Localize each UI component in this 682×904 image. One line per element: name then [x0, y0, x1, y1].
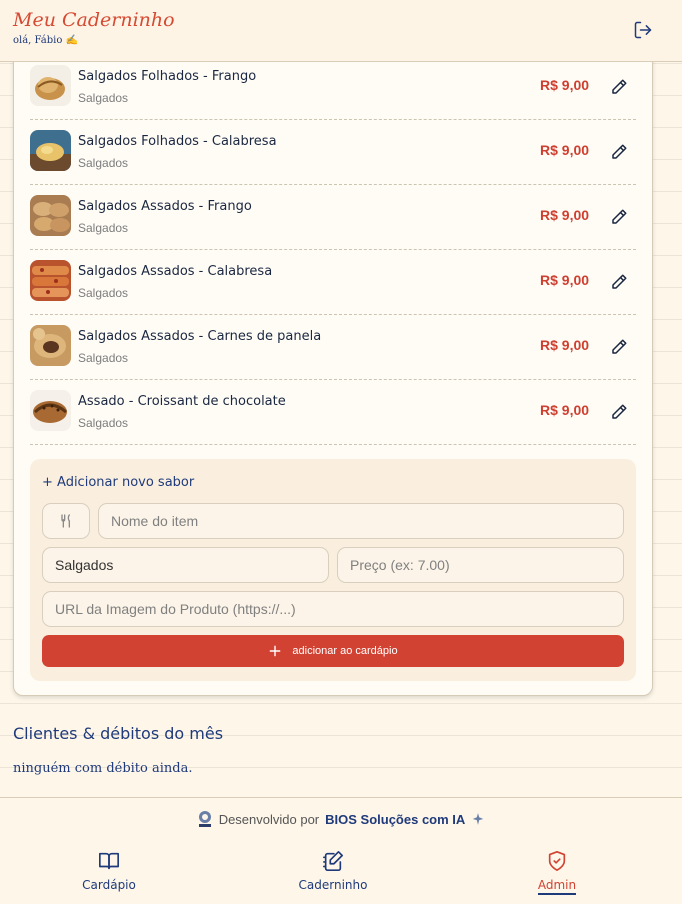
image-url-input[interactable]: URL da Imagem do Produto (https://...)	[42, 591, 624, 627]
product-image	[30, 130, 71, 171]
bios-logo-icon	[198, 811, 211, 827]
menu-item: Salgados Assados - Calabresa Salgados R$…	[30, 250, 636, 315]
menu-item: Salgados Folhados - Calabresa Salgados R…	[30, 120, 636, 185]
plus-icon	[270, 645, 281, 657]
credit-prefix: Desenvolvido por	[218, 811, 320, 827]
menu-item: Assado - Croissant de chocolate Salgados…	[30, 380, 636, 445]
item-name: Salgados Folhados - Calabresa	[78, 134, 277, 149]
item-name: Salgados Folhados - Frango	[78, 69, 257, 84]
edit-item-button[interactable]	[608, 76, 630, 98]
add-item-form: + Adicionar novo sabor Nome do item Salg…	[30, 459, 636, 681]
menu-item-list: Salgados Folhados - Frango Salgados R$ 9…	[30, 55, 636, 445]
product-image	[30, 65, 71, 106]
item-price: R$ 9,00	[540, 142, 590, 158]
edit-item-button[interactable]	[608, 401, 630, 423]
developer-credit: Desenvolvido por BIOS Soluções com IA	[0, 810, 682, 828]
item-category: Salgados	[78, 221, 129, 235]
nav-caderninho[interactable]: Caderninho	[278, 850, 388, 898]
pencil-icon	[612, 339, 627, 354]
app-title: Meu Caderninho	[13, 9, 175, 31]
product-image	[30, 260, 71, 301]
item-name: Salgados Assados - Calabresa	[78, 264, 273, 279]
item-price: R$ 9,00	[540, 272, 590, 288]
pencil-icon	[612, 144, 627, 159]
clients-section-title: Clientes & débitos do mês	[13, 724, 224, 743]
item-name-input[interactable]: Nome do item	[98, 503, 624, 539]
product-image	[30, 325, 71, 366]
fork-knife-icon	[61, 514, 70, 528]
edit-item-button[interactable]	[608, 271, 630, 293]
logout-icon	[634, 21, 652, 39]
shield-check-icon	[548, 851, 566, 871]
edit-item-button[interactable]	[608, 336, 630, 358]
add-to-menu-label: adicionar ao cardápio	[292, 645, 398, 657]
edit-item-button[interactable]	[608, 141, 630, 163]
pencil-icon	[612, 209, 627, 224]
item-category: Salgados	[78, 416, 129, 430]
logout-button[interactable]	[630, 17, 656, 43]
item-price: R$ 9,00	[540, 337, 590, 353]
app-header: Meu Caderninho olá, Fábio ✍	[0, 0, 682, 62]
item-name: Salgados Assados - Frango	[78, 199, 252, 214]
pencil-icon	[612, 79, 627, 94]
icon-picker-button[interactable]	[42, 503, 90, 539]
nav-cardapio[interactable]: Cardápio	[54, 850, 164, 898]
nav-admin[interactable]: Admin	[502, 850, 612, 898]
clients-empty-message: ninguém com débito ainda.	[13, 761, 193, 776]
item-category: Salgados	[78, 351, 129, 365]
item-category: Salgados	[78, 91, 129, 105]
add-to-menu-button[interactable]: adicionar ao cardápio	[42, 635, 624, 667]
menu-item: Salgados Assados - Carnes de panela Salg…	[30, 315, 636, 380]
edit-item-button[interactable]	[608, 206, 630, 228]
menu-item: Salgados Assados - Frango Salgados R$ 9,…	[30, 185, 636, 250]
pencil-icon	[612, 404, 627, 419]
credit-brand[interactable]: BIOS Soluções com IA	[325, 812, 465, 827]
footer: Desenvolvido por BIOS Soluções com IA Ca…	[0, 797, 682, 904]
item-category: Salgados	[78, 286, 129, 300]
item-price: R$ 9,00	[540, 207, 590, 223]
item-price: R$ 9,00	[540, 77, 590, 93]
item-name: Assado - Croissant de chocolate	[78, 394, 286, 409]
category-select[interactable]: Salgados	[42, 547, 329, 583]
menu-item: Salgados Folhados - Frango Salgados R$ 9…	[30, 55, 636, 120]
nav-admin-label: Admin	[537, 878, 577, 895]
price-input[interactable]: Preço (ex: 7.00)	[337, 547, 624, 583]
item-name: Salgados Assados - Carnes de panela	[78, 329, 322, 344]
product-image	[30, 390, 71, 431]
product-image	[30, 195, 71, 236]
sparkle-icon	[473, 813, 484, 825]
notebook-edit-icon	[323, 851, 343, 871]
item-price: R$ 9,00	[540, 402, 590, 418]
book-icon	[99, 852, 119, 870]
menu-admin-card: Salgados Folhados - Frango Salgados R$ 9…	[13, 40, 653, 696]
pencil-icon	[612, 274, 627, 289]
nav-cardapio-label: Cardápio	[82, 878, 136, 892]
add-item-title[interactable]: + Adicionar novo sabor	[42, 475, 194, 490]
user-greeting: olá, Fábio ✍	[13, 35, 79, 46]
item-category: Salgados	[78, 156, 129, 170]
nav-caderninho-label: Caderninho	[298, 878, 368, 892]
